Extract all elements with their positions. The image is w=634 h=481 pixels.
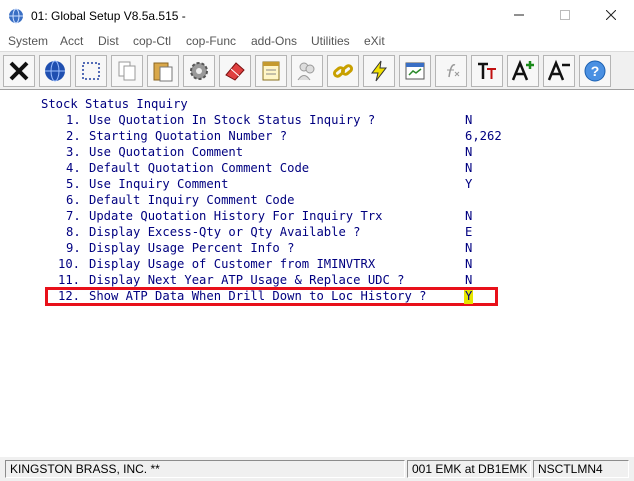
toolbar-globe-button[interactable] — [39, 55, 71, 87]
inquiry-screen: Stock Status Inquiry 1. Use Quotation In… — [0, 90, 634, 452]
option-number-1: 1. — [66, 113, 81, 127]
option-number-9: 9. — [66, 241, 81, 255]
toolbar-font-increase-button[interactable] — [507, 55, 539, 87]
screen-heading: Stock Status Inquiry — [41, 97, 188, 111]
toolbar-select-button[interactable] — [75, 55, 107, 87]
copy-icon — [118, 61, 136, 81]
report-icon — [405, 62, 425, 80]
maximize-icon — [560, 10, 570, 20]
option-label-12: Show ATP Data When Drill Down to Loc His… — [89, 289, 427, 303]
option-number-6: 6. — [66, 193, 81, 207]
option-number-8: 8. — [66, 225, 81, 239]
link-chain-icon — [332, 64, 354, 78]
menu-add-ons[interactable]: add-Ons — [251, 34, 297, 48]
globe-icon — [45, 60, 65, 82]
option-value-11[interactable]: N — [465, 272, 472, 288]
status-company-text: KINGSTON BRASS, INC. ** — [10, 462, 160, 476]
toolbar-copy-button[interactable] — [111, 55, 143, 87]
option-value-2[interactable]: 6,262 — [465, 128, 502, 144]
option-number-2: 2. — [66, 129, 81, 143]
notepad-icon — [262, 61, 280, 81]
toolbar-close-button[interactable] — [3, 55, 35, 87]
option-label-7: Update Quotation History For Inquiry Trx — [89, 209, 383, 223]
font-increase-icon — [511, 59, 534, 81]
minimize-icon — [514, 14, 524, 16]
function-icon — [447, 64, 460, 78]
maximize-button[interactable] — [542, 0, 588, 30]
close-x-icon — [9, 61, 29, 81]
menu-acct[interactable]: Acct — [60, 34, 83, 48]
option-number-7: 7. — [66, 209, 81, 223]
option-label-3: Use Quotation Comment — [89, 145, 244, 159]
option-label-5: Use Inquiry Comment — [89, 177, 229, 191]
minimize-button[interactable] — [496, 0, 542, 30]
svg-text:?: ? — [591, 63, 600, 79]
title-bar: 01: Global Setup V8.5a.515 - — [0, 0, 634, 32]
toolbar-lightning-button[interactable] — [363, 55, 395, 87]
option-label-1: Use Quotation In Stock Status Inquiry ? — [89, 113, 376, 127]
settings-gear-icon — [190, 62, 208, 80]
toolbar-settings-button[interactable] — [183, 55, 215, 87]
option-value-8[interactable]: E — [465, 224, 472, 240]
app-globe-icon — [9, 8, 23, 24]
menu-exit[interactable]: eXit — [364, 34, 385, 48]
option-label-9: Display Usage Percent Info ? — [89, 241, 295, 255]
status-session-text: 001 EMK at DB1EMK — [412, 462, 528, 476]
option-label-8: Display Excess-Qty or Qty Available ? — [89, 225, 361, 239]
option-value-3[interactable]: N — [465, 144, 472, 160]
option-value-7[interactable]: N — [465, 208, 472, 224]
select-rectangle-icon — [82, 62, 100, 80]
option-number-3: 3. — [66, 145, 81, 159]
paste-icon — [153, 62, 173, 82]
status-company: KINGSTON BRASS, INC. ** — [5, 460, 405, 478]
menu-cop-func[interactable]: cop-Func — [186, 34, 236, 48]
status-terminal: NSCTLMN4 — [533, 460, 629, 478]
option-value-4[interactable]: N — [465, 160, 472, 176]
menu-utilities[interactable]: Utilities — [311, 34, 350, 48]
option-number-5: 5. — [66, 177, 81, 191]
status-session: 001 EMK at DB1EMK — [407, 460, 531, 478]
toolbar-link-button[interactable] — [327, 55, 359, 87]
option-value-10[interactable]: N — [465, 256, 472, 272]
toolbar: ? — [0, 51, 634, 90]
help-icon: ? — [584, 60, 606, 82]
toolbar-notepad-button[interactable] — [255, 55, 287, 87]
window-title: 01: Global Setup V8.5a.515 - — [31, 9, 186, 23]
toolbar-text-format-button[interactable] — [471, 55, 503, 87]
option-label-6: Default Inquiry Comment Code — [89, 193, 295, 207]
option-number-12: 12. — [58, 289, 81, 303]
option-label-4: Default Quotation Comment Code — [89, 161, 310, 175]
toolbar-report-button[interactable] — [399, 55, 431, 87]
option-value-9[interactable]: N — [465, 240, 472, 256]
eraser-icon — [225, 62, 245, 81]
option-label-10: Display Usage of Customer from IMINVTRX — [89, 257, 376, 271]
lightning-icon — [371, 60, 388, 82]
option-number-10: 10. — [58, 257, 81, 271]
menu-bar: System Acct Dist cop-Ctl cop-Func add-On… — [0, 32, 634, 51]
option-label-2: Starting Quotation Number ? — [89, 129, 288, 143]
menu-system[interactable]: System — [8, 34, 48, 48]
close-icon — [606, 10, 616, 20]
option-value-5[interactable]: Y — [465, 176, 472, 192]
close-button[interactable] — [588, 0, 634, 30]
option-number-4: 4. — [66, 161, 81, 175]
option-number-11: 11. — [58, 273, 81, 287]
status-terminal-text: NSCTLMN4 — [538, 462, 603, 476]
toolbar-eraser-button[interactable] — [219, 55, 251, 87]
menu-dist[interactable]: Dist — [98, 34, 119, 48]
toolbar-help-button[interactable]: ? — [579, 55, 611, 87]
option-value-1[interactable]: N — [465, 112, 472, 128]
toolbar-function-button[interactable] — [435, 55, 467, 87]
menu-cop-ctl[interactable]: cop-Ctl — [133, 34, 171, 48]
font-decrease-icon — [547, 59, 570, 81]
toolbar-paste-button[interactable] — [147, 55, 179, 87]
text-format-icon — [478, 62, 496, 79]
toolbar-users-button[interactable] — [291, 55, 323, 87]
users-icon — [297, 62, 315, 81]
toolbar-font-decrease-button[interactable] — [543, 55, 575, 87]
option-label-11: Display Next Year ATP Usage & Replace UD… — [89, 273, 405, 287]
status-bar: KINGSTON BRASS, INC. ** 001 EMK at DB1EM… — [0, 457, 634, 481]
option-value-12[interactable]: Y — [465, 288, 472, 304]
